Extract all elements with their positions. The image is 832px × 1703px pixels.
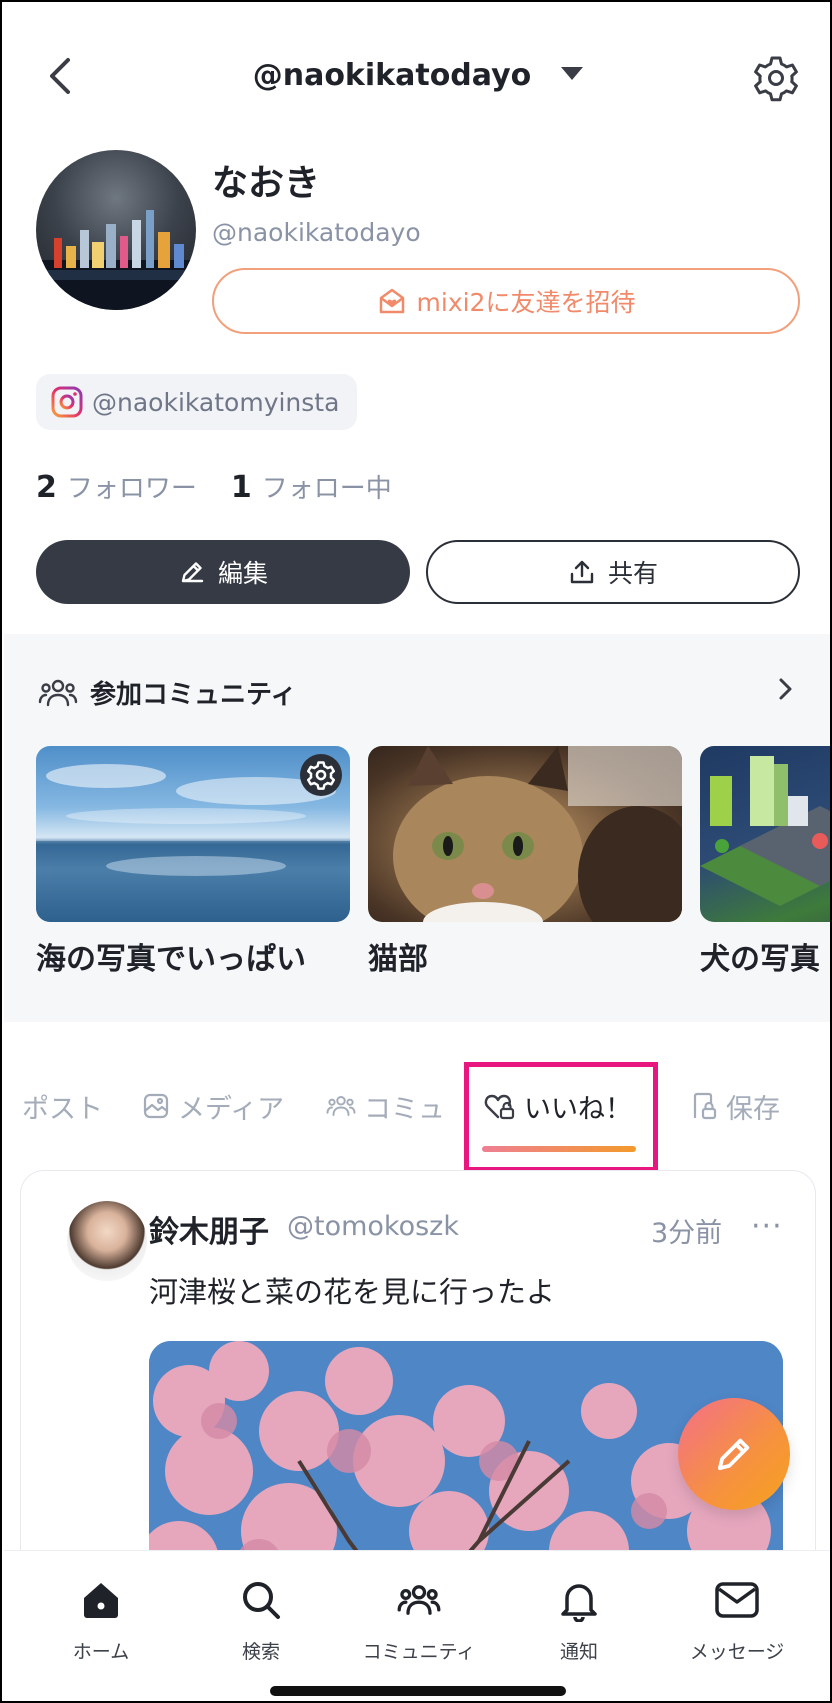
nav-label: 通知 bbox=[559, 1641, 598, 1663]
share-upload-icon bbox=[570, 560, 594, 584]
account-handle-title: @naokikatodayo bbox=[252, 58, 532, 93]
isometric-city-illustration bbox=[700, 756, 830, 906]
post-author-name[interactable]: 鈴木朋子 bbox=[149, 1207, 269, 1251]
highlight-annotation-box bbox=[464, 1062, 658, 1172]
image-icon bbox=[143, 1093, 169, 1119]
account-switcher[interactable]: @naokikatodayo bbox=[2, 58, 830, 93]
caret-down-icon bbox=[561, 67, 584, 80]
mail-icon bbox=[715, 1582, 759, 1618]
instagram-handle: @naokikatomyinsta bbox=[92, 387, 340, 417]
community-card[interactable]: 犬の写真 bbox=[700, 746, 830, 978]
follow-stats: 2 フォロワー 1 フォロー中 bbox=[36, 468, 426, 505]
nav-community[interactable]: コミュニティ bbox=[344, 1575, 494, 1664]
top-bar: @naokikatodayo bbox=[2, 32, 830, 122]
community-name: 海の写真でいっぱい bbox=[36, 942, 306, 977]
profile-avatar[interactable] bbox=[36, 150, 196, 310]
screen: @naokikatodayo なおき @naokikatodayo mixi2に… bbox=[0, 0, 832, 1703]
display-name: なおき bbox=[212, 163, 321, 204]
post-timestamp: 3分前 bbox=[651, 1218, 723, 1249]
share-profile-button[interactable]: 共有 bbox=[426, 540, 800, 604]
post-text: 河津桜と菜の花を見に行ったよ bbox=[149, 1275, 556, 1309]
post-author-handle[interactable]: @tomokoszk bbox=[287, 1211, 459, 1242]
envelope-heart-icon bbox=[379, 288, 404, 314]
invite-friends-button[interactable]: mixi2に友達を招待 bbox=[212, 268, 800, 334]
tab-label: メディア bbox=[178, 1093, 285, 1125]
community-card[interactable]: 猫部 bbox=[368, 746, 682, 978]
people-icon bbox=[326, 1096, 356, 1116]
tab-communities[interactable]: コミュ bbox=[326, 1084, 445, 1128]
profile-username: @naokikatodayo bbox=[212, 218, 421, 247]
communities-title: 参加コミュニティ bbox=[90, 680, 297, 710]
nav-messages[interactable]: メッセージ bbox=[662, 1575, 812, 1664]
edit-profile-button[interactable]: 編集 bbox=[36, 540, 410, 604]
followers-count[interactable]: 2 bbox=[36, 470, 57, 505]
edit-label: 編集 bbox=[217, 559, 268, 588]
invite-label: mixi2に友達を招待 bbox=[416, 288, 636, 317]
tab-label: 保存 bbox=[726, 1093, 780, 1125]
instagram-link[interactable]: @naokikatomyinsta bbox=[36, 374, 358, 430]
nav-notifications[interactable]: 通知 bbox=[504, 1575, 654, 1664]
share-label: 共有 bbox=[607, 559, 658, 588]
post-author-avatar[interactable] bbox=[67, 1201, 147, 1281]
community-thumbnail bbox=[36, 746, 350, 922]
nav-search[interactable]: 検索 bbox=[186, 1575, 336, 1664]
profile-actions: 編集 共有 bbox=[36, 540, 800, 604]
search-icon bbox=[243, 1582, 280, 1619]
nav-label: 検索 bbox=[241, 1641, 280, 1663]
nav-label: メッセージ bbox=[689, 1641, 785, 1663]
bell-icon bbox=[561, 1584, 597, 1622]
following-count[interactable]: 1 bbox=[231, 470, 252, 505]
communities-header[interactable]: 参加コミュニティ bbox=[38, 674, 296, 711]
tab-posts[interactable]: ポスト bbox=[22, 1084, 103, 1128]
post-more-button[interactable]: ··· bbox=[751, 1209, 783, 1244]
community-name: 犬の写真 bbox=[700, 942, 820, 977]
community-thumbnail bbox=[368, 746, 682, 922]
nav-label: コミュニティ bbox=[362, 1641, 476, 1663]
followers-label[interactable]: フォロワー bbox=[67, 468, 197, 505]
community-settings-button[interactable] bbox=[300, 754, 342, 796]
bookmark-lock-icon bbox=[693, 1092, 717, 1120]
nav-label: ホーム bbox=[72, 1641, 130, 1663]
tab-label: ポスト bbox=[22, 1093, 103, 1125]
joined-communities-section: 参加コミュニティ 海の写真でいっぱい 猫部 犬の写真 bbox=[4, 634, 830, 1022]
instagram-icon bbox=[51, 386, 83, 418]
following-label[interactable]: フォロー中 bbox=[262, 468, 392, 505]
people-group-icon bbox=[38, 679, 78, 706]
bottom-navigation: ホーム 検索 コミュニティ 通知 メッセージ bbox=[4, 1550, 830, 1701]
nav-home[interactable]: ホーム bbox=[26, 1575, 176, 1664]
gear-icon bbox=[754, 56, 798, 102]
gear-icon bbox=[307, 761, 335, 790]
profile-tabs: ポスト メディア コミュ いいね！ 保存 bbox=[2, 1052, 830, 1172]
pencil-icon bbox=[181, 562, 204, 583]
tab-media[interactable]: メディア bbox=[142, 1084, 284, 1128]
home-icon bbox=[84, 1583, 118, 1618]
home-indicator bbox=[270, 1686, 566, 1696]
community-icon bbox=[397, 1585, 441, 1615]
tab-saved[interactable]: 保存 bbox=[690, 1084, 780, 1128]
compose-post-button[interactable] bbox=[678, 1398, 790, 1510]
chevron-right-icon bbox=[779, 678, 792, 700]
cat-photo bbox=[393, 746, 682, 922]
community-name: 猫部 bbox=[368, 942, 428, 977]
community-card[interactable]: 海の写真でいっぱい bbox=[36, 746, 350, 978]
pencil-icon bbox=[717, 1438, 750, 1471]
settings-button[interactable] bbox=[752, 54, 800, 102]
community-thumbnail bbox=[700, 746, 830, 922]
city-night-photo bbox=[36, 210, 196, 310]
tab-label: コミュ bbox=[364, 1093, 445, 1125]
communities-see-all-button[interactable] bbox=[770, 674, 800, 704]
